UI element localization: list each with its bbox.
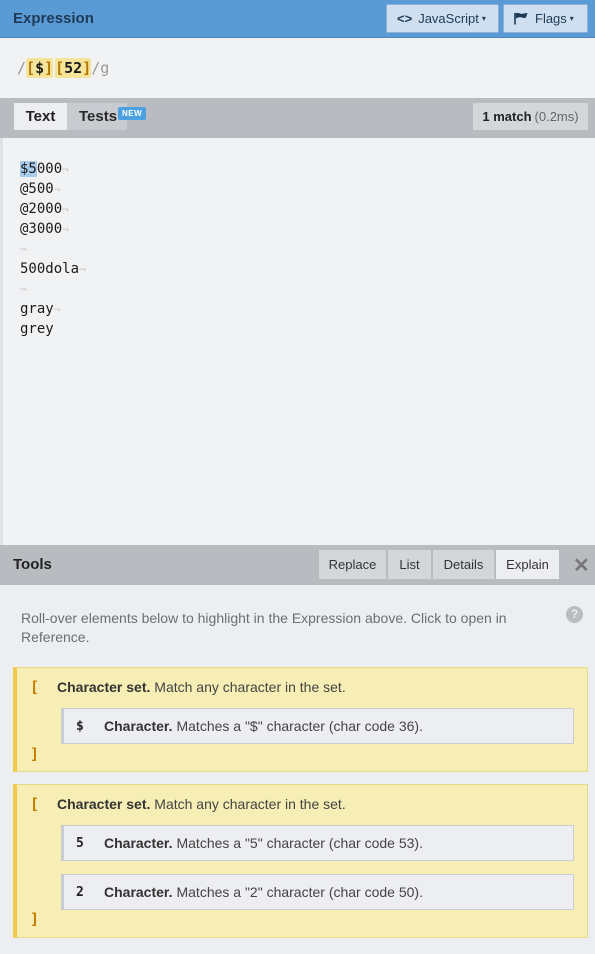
explain-title: Character. — [104, 718, 173, 734]
tab-list[interactable]: List — [388, 550, 432, 579]
flag-icon — [514, 12, 529, 25]
char-token: $ — [76, 718, 84, 734]
close-icon[interactable]: ✕ — [573, 553, 590, 578]
explain-desc: Match any character in the set. — [154, 796, 346, 812]
line-text: grey — [20, 321, 54, 337]
char-set-token[interactable]: [$] — [26, 58, 54, 78]
char-set-token[interactable]: [52] — [55, 58, 92, 78]
set-close-bracket: ] — [30, 910, 40, 928]
set-chars: 52 — [64, 59, 83, 77]
flavor-button[interactable]: <> JavaScript ▾ — [386, 4, 499, 33]
text-line: $5000¬ — [20, 159, 69, 179]
text-line: @500¬ — [20, 179, 60, 199]
tab-explain[interactable]: Explain — [496, 550, 560, 579]
expression-title: Expression — [13, 10, 94, 27]
explain-desc: Match any character in the set. — [154, 679, 346, 695]
explain-title: Character set. — [57, 679, 151, 695]
set-open-bracket: [ — [26, 59, 36, 77]
newline-marker: ¬ — [79, 263, 86, 276]
explain-heading: Character set. Match any character in th… — [57, 796, 346, 812]
char-token: 2 — [76, 884, 84, 900]
match-time: (0.2ms) — [534, 109, 579, 124]
flavor-label: JavaScript — [418, 11, 479, 26]
explain-heading: Character set. Match any character in th… — [57, 679, 346, 695]
expression-header: Expression <> JavaScript ▾ Flags ▾ — [0, 0, 595, 38]
match-count: 1 match (0.2ms) — [473, 103, 588, 130]
tab-replace[interactable]: Replace — [319, 550, 387, 579]
newline-marker: ¬ — [20, 283, 27, 296]
explain-character[interactable]: $ Character. Matches a "$" character (ch… — [61, 708, 574, 744]
newline-marker: ¬ — [62, 223, 69, 236]
newline-marker: ¬ — [62, 203, 69, 216]
regex-flags[interactable]: /g — [91, 59, 109, 77]
set-close-bracket: ] — [82, 59, 92, 77]
text-line: grey — [20, 319, 54, 339]
flags-label: Flags — [535, 11, 567, 26]
explain-hint: Roll-over elements below to highlight in… — [21, 610, 507, 645]
explain-panel: Roll-over elements below to highlight in… — [0, 585, 595, 954]
newline-marker: ¬ — [62, 163, 69, 176]
text-line: @2000¬ — [20, 199, 69, 219]
match-highlight: $5 — [20, 161, 37, 177]
set-close-bracket: ] — [44, 59, 54, 77]
text-line: 500dola¬ — [20, 259, 86, 279]
explain-title: Character. — [104, 884, 173, 900]
newline-marker: ¬ — [53, 183, 61, 196]
tools-bar: Tools Replace List Details Explain ✕ — [0, 545, 595, 585]
tab-details[interactable]: Details — [433, 550, 495, 579]
explain-desc: Matches a "5" character (char code 53). — [176, 835, 423, 851]
match-count-label: 1 match — [482, 109, 532, 124]
newline-marker: ¬ — [20, 243, 27, 256]
expression-editor[interactable]: / [$] [52] /g — [0, 38, 595, 98]
line-text: @3000 — [20, 221, 63, 237]
tab-text[interactable]: Text — [14, 103, 67, 130]
line-text: 000 — [36, 161, 63, 177]
explain-character[interactable]: 5 Character. Matches a "5" character (ch… — [61, 825, 574, 861]
set-open-bracket: [ — [30, 795, 40, 813]
line-text: @500 — [20, 181, 54, 197]
line-text: 500dola — [20, 261, 80, 277]
text-tabs-bar: Text Tests NEW 1 match (0.2ms) — [0, 98, 595, 138]
line-text: gray — [20, 301, 54, 317]
explain-character[interactable]: 2 Character. Matches a "2" character (ch… — [61, 874, 574, 910]
set-close-bracket: ] — [30, 745, 40, 763]
explain-char-set[interactable]: [ Character set. Match any character in … — [13, 667, 588, 772]
chevron-down-icon: ▾ — [569, 14, 574, 23]
regex-open-delimiter: / — [17, 59, 27, 77]
help-icon[interactable]: ? — [566, 606, 583, 623]
text-line: @3000¬ — [20, 219, 69, 239]
set-open-bracket: [ — [30, 678, 40, 696]
char-token: 5 — [76, 835, 84, 851]
test-text-editor[interactable]: $5000¬ @500¬ @2000¬ @3000¬ ¬ 500dola¬ ¬ … — [0, 138, 595, 545]
line-text: @2000 — [20, 201, 63, 217]
set-open-bracket: [ — [55, 59, 65, 77]
new-badge: NEW — [118, 107, 147, 120]
explain-title: Character set. — [57, 796, 151, 812]
explain-desc: Matches a "2" character (char code 50). — [176, 884, 423, 900]
set-chars: $ — [35, 59, 45, 77]
regex-expression[interactable]: / [$] [52] /g — [17, 58, 109, 78]
code-icon: <> — [397, 11, 413, 26]
explain-desc: Matches a "$" character (char code 36). — [176, 718, 423, 734]
text-line: ¬ — [20, 279, 27, 299]
text-line: gray¬ — [20, 299, 60, 319]
flags-button[interactable]: Flags ▾ — [503, 4, 588, 33]
explain-title: Character. — [104, 835, 173, 851]
chevron-down-icon: ▾ — [481, 14, 486, 23]
tools-title: Tools — [13, 556, 52, 573]
newline-marker: ¬ — [53, 303, 61, 316]
explain-char-set[interactable]: [ Character set. Match any character in … — [13, 784, 588, 938]
text-line: ¬ — [20, 239, 27, 259]
